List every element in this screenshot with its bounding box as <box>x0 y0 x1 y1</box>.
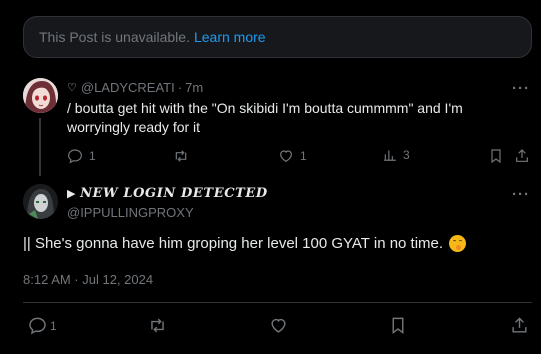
reply-icon <box>68 149 82 164</box>
face-with-hand-over-mouth-icon <box>449 235 467 252</box>
thread-connector-line <box>39 118 41 176</box>
more-options-icon[interactable]: ··· <box>512 80 530 97</box>
avatar[interactable] <box>23 78 58 113</box>
avatar-image <box>23 78 58 113</box>
unavailable-text: This Post is unavailable. <box>39 29 190 45</box>
share-icon <box>512 317 527 333</box>
like-button[interactable]: 1 <box>278 148 307 164</box>
bookmark-icon <box>392 317 404 335</box>
learn-more-link[interactable]: Learn more <box>194 29 266 45</box>
repost-icon <box>151 318 164 333</box>
reply-text: / boutta get hit with the "On skibidi I'… <box>67 100 463 135</box>
display-name[interactable]: ▶ NEW LOGIN DETECTED <box>67 186 268 201</box>
avatar-image <box>23 184 58 219</box>
bookmark-icon <box>491 149 501 164</box>
repost-icon <box>175 150 187 162</box>
heart-icon <box>271 318 286 333</box>
unavailable-post-notice: This Post is unavailable. Learn more <box>23 16 532 58</box>
reply-handle[interactable]: @LADYCREATI <box>81 80 175 95</box>
heart-outline-icon: ♡ <box>67 82 77 94</box>
bookmark-button[interactable] <box>390 316 406 335</box>
more-options-icon[interactable]: ··· <box>512 186 530 203</box>
reply-header: ♡ @LADYCREATI · 7m <box>67 80 203 95</box>
main-handle[interactable]: @IPPULLINGPROXY <box>67 205 194 220</box>
like-count: 1 <box>300 149 307 163</box>
divider <box>23 302 532 303</box>
reply-count: 1 <box>89 149 96 163</box>
share-icon <box>516 149 528 162</box>
views-chart-icon <box>384 150 396 161</box>
heart-icon <box>280 150 292 163</box>
share-button[interactable] <box>510 316 529 335</box>
reply-time[interactable]: 7m <box>185 80 203 95</box>
reply-icon <box>29 317 46 335</box>
display-name-text: NEW LOGIN DETECTED <box>80 186 268 201</box>
avatar[interactable] <box>23 184 58 219</box>
main-post-text: || She's gonna have him groping her leve… <box>23 235 467 252</box>
reply-count: 1 <box>50 318 57 333</box>
view-count: 3 <box>403 148 410 162</box>
repost-button[interactable] <box>172 148 190 164</box>
play-triangle-icon: ▶ <box>67 187 77 200</box>
main-post-text-content: || She's gonna have him groping her leve… <box>23 235 444 252</box>
views-button[interactable]: 3 <box>383 148 410 162</box>
reply-button[interactable]: 1 <box>28 316 57 335</box>
bookmark-button[interactable] <box>489 148 503 164</box>
post-timestamp[interactable]: 8:12 AM · Jul 12, 2024 <box>23 272 153 287</box>
reply-separator: · <box>177 80 183 95</box>
share-button[interactable] <box>514 148 530 164</box>
like-button[interactable] <box>269 316 288 335</box>
repost-button[interactable] <box>147 316 168 335</box>
reply-button[interactable]: 1 <box>67 148 96 164</box>
